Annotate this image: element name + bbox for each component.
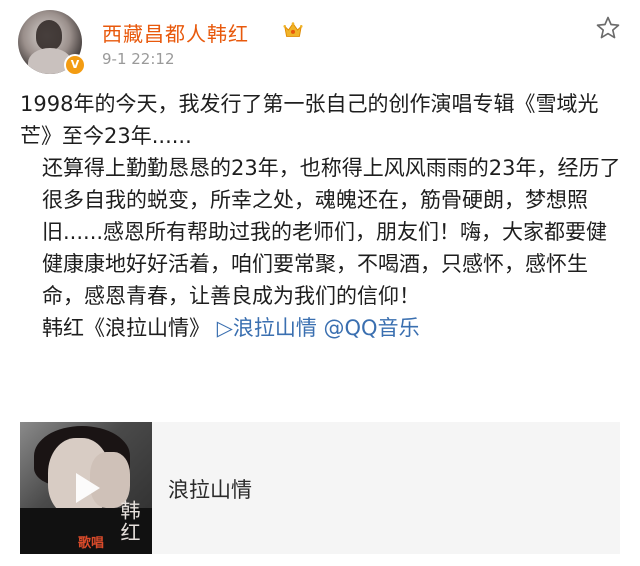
music-link[interactable]: ▷浪拉山情 @QQ音乐 xyxy=(217,316,420,340)
post-timestamp: 9-1 22:12 xyxy=(102,50,175,68)
album-cover: 韩红 歌唱 xyxy=(20,422,152,554)
music-share-line: 韩红《浪拉山情》 ▷浪拉山情 @QQ音乐 xyxy=(20,312,626,344)
verified-badge: V xyxy=(64,54,86,76)
crown-icon xyxy=(283,22,303,37)
play-icon[interactable] xyxy=(66,468,106,508)
cover-label-text: 歌唱 xyxy=(78,536,105,551)
music-card[interactable]: 韩红 歌唱 浪拉山情 xyxy=(20,422,620,554)
cover-artist-text: 韩红 xyxy=(117,500,141,544)
post-paragraph: 1998年的今天，我发行了第一张自己的创作演唱专辑《雪域光芒》至今23年....… xyxy=(20,92,599,148)
song-title: 浪拉山情 xyxy=(168,478,252,502)
star-outline-icon[interactable] xyxy=(594,14,622,42)
weibo-post: V 西藏昌都人韩红 9-1 22:12 1998年的今天，我发行了第一张自己的创… xyxy=(0,0,640,566)
post-content: 1998年的今天，我发行了第一张自己的创作演唱专辑《雪域光芒》至今23年....… xyxy=(20,88,626,344)
music-prefix-text: 韩红《浪拉山情》 xyxy=(42,316,210,340)
post-header: V 西藏昌都人韩红 9-1 22:12 xyxy=(18,10,622,76)
username[interactable]: 西藏昌都人韩红 xyxy=(102,18,249,47)
post-paragraph: 还算得上勤勤恳恳的23年，也称得上风风雨雨的23年，经历了很多自我的蜕变，所幸之… xyxy=(42,156,621,308)
